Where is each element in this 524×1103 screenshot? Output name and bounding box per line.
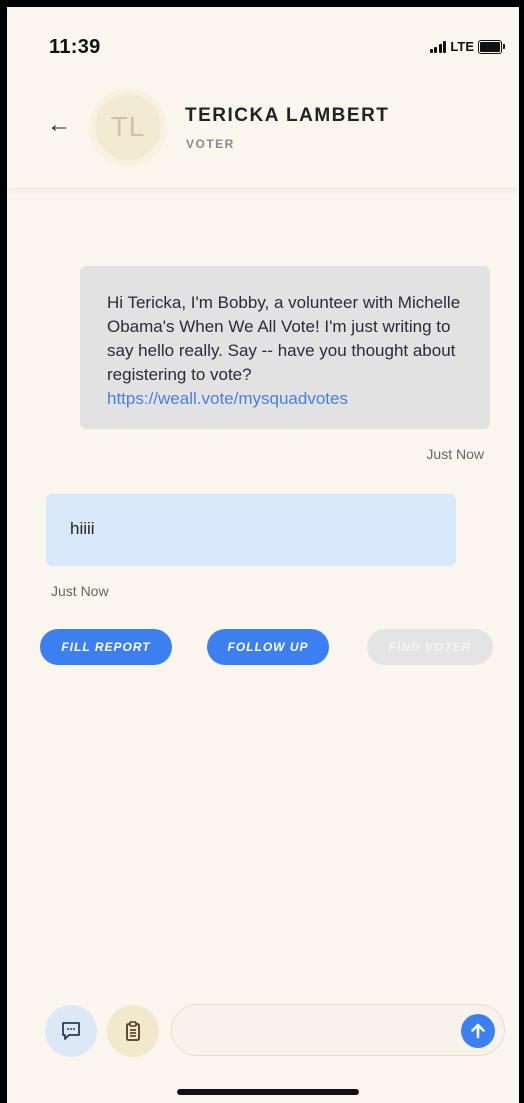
chat-bubble-button[interactable] (45, 1005, 97, 1057)
phone-screen: 11:39 LTE ← TL TERICKA LAMBERT VOTER Hi … (7, 7, 519, 1103)
message-link[interactable]: https://weall.vote/mysquadvotes (107, 389, 348, 408)
outgoing-message: Hi Tericka, I'm Bobby, a volunteer with … (80, 266, 490, 429)
signal-icon (429, 40, 447, 53)
message-timestamp: Just Now (426, 446, 484, 462)
contact-name: TERICKA LAMBERT (185, 105, 390, 126)
contact-role: VOTER (186, 137, 235, 151)
arrow-left-icon[interactable]: ← (47, 111, 71, 139)
send-button[interactable] (461, 1014, 495, 1048)
message-timestamp: Just Now (51, 583, 109, 599)
conversation-header: ← TL TERICKA LAMBERT VOTER (7, 85, 519, 189)
battery-icon (478, 39, 505, 54)
arrow-up-icon (471, 1023, 485, 1039)
message-text: Hi Tericka, I'm Bobby, a volunteer with … (107, 293, 461, 384)
home-indicator[interactable] (177, 1089, 359, 1095)
message-input[interactable] (188, 1005, 452, 1057)
avatar: TL (95, 94, 161, 160)
status-indicators: LTE (429, 39, 505, 54)
incoming-message: hiiii (46, 494, 456, 566)
message-text: hiiii (70, 519, 95, 538)
clipboard-button[interactable] (107, 1005, 159, 1057)
status-time: 11:39 (49, 36, 101, 58)
follow-up-button[interactable]: FOLLOW UP (207, 629, 329, 665)
chat-bubble-icon (62, 1022, 80, 1040)
network-label: LTE (450, 39, 474, 54)
clipboard-icon (126, 1021, 140, 1041)
message-composer (171, 1004, 505, 1057)
find-voter-button[interactable]: FIND VOTER (367, 629, 493, 665)
fill-report-button[interactable]: FILL REPORT (40, 629, 172, 665)
